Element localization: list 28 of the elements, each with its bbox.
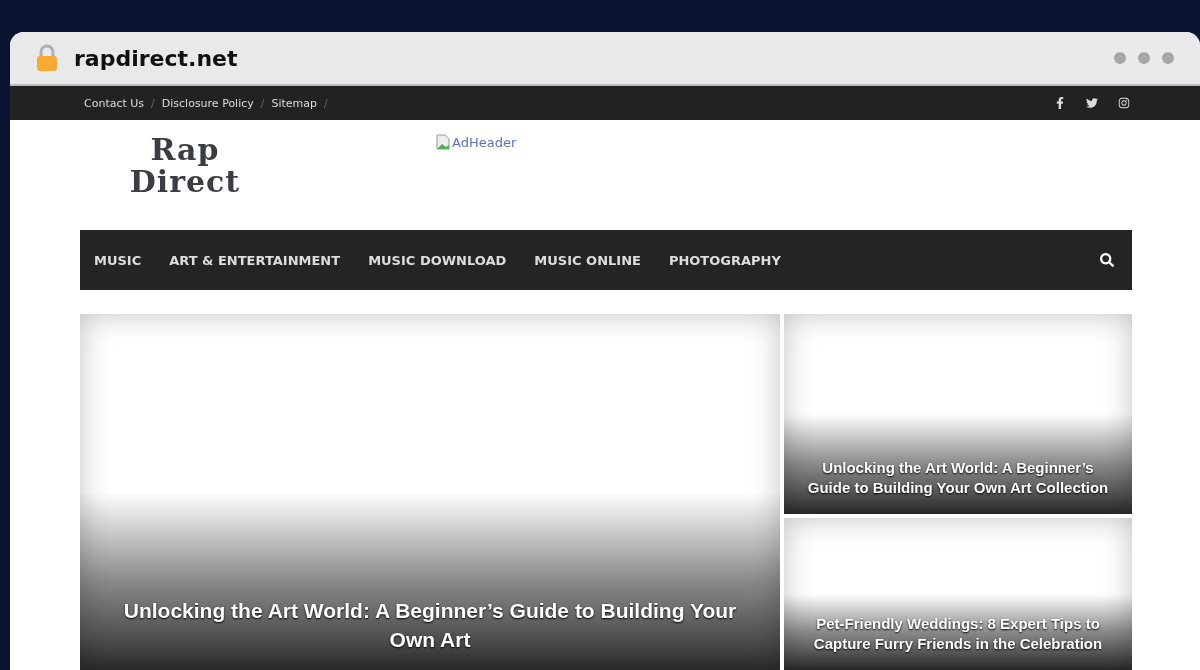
broken-image-icon — [436, 134, 450, 150]
separator: / — [260, 96, 265, 110]
instagram-icon[interactable] — [1118, 97, 1130, 109]
top-link[interactable]: Sitemap — [271, 96, 318, 110]
post-title[interactable]: Unlocking the Art World: A Beginner’s Guide to Building Your Own Art Collection — [804, 457, 1112, 498]
nav-item[interactable]: MUSIC DOWNLOAD — [368, 252, 507, 268]
nav-item[interactable]: ART & ENTERTAINMENT — [169, 252, 341, 268]
lock-icon — [36, 44, 58, 72]
window-dot[interactable] — [1114, 52, 1126, 64]
nav-item[interactable]: MUSIC ONLINE — [534, 252, 641, 268]
top-link[interactable]: Contact Us — [84, 96, 145, 110]
site-address: rapdirect.net — [74, 45, 238, 71]
featured-post[interactable]: Unlocking the Art World: A Beginner’s Guide to Building Your Own Art — [80, 314, 780, 670]
post-title[interactable]: Unlocking the Art World: A Beginner’s Guide to Building Your Own Art — [100, 597, 760, 654]
window-dot[interactable] — [1138, 52, 1150, 64]
separator: / — [151, 96, 155, 110]
site-logo[interactable]: Rap Direct — [120, 134, 250, 216]
twitter-icon[interactable] — [1086, 97, 1098, 109]
ad-image-alt: AdHeader — [452, 134, 517, 150]
nav-item[interactable]: MUSIC — [94, 252, 142, 268]
facebook-icon[interactable] — [1054, 97, 1066, 109]
separator: / — [324, 96, 328, 110]
nav-item[interactable]: PHOTOGRAPHY — [668, 252, 781, 268]
featured-post[interactable]: Pet-Friendly Weddings: 8 Expert Tips to Capture Furry Friends in the Celebration — [784, 518, 1132, 670]
post-title[interactable]: Pet-Friendly Weddings: 8 Expert Tips to Capture Furry Friends in the Celebration — [804, 613, 1112, 654]
featured-post[interactable]: Unlocking the Art World: A Beginner’s Guide to Building Your Own Art Collection — [784, 314, 1132, 514]
top-link[interactable]: Disclosure Policy — [161, 96, 254, 110]
window-dot[interactable] — [1162, 52, 1174, 64]
